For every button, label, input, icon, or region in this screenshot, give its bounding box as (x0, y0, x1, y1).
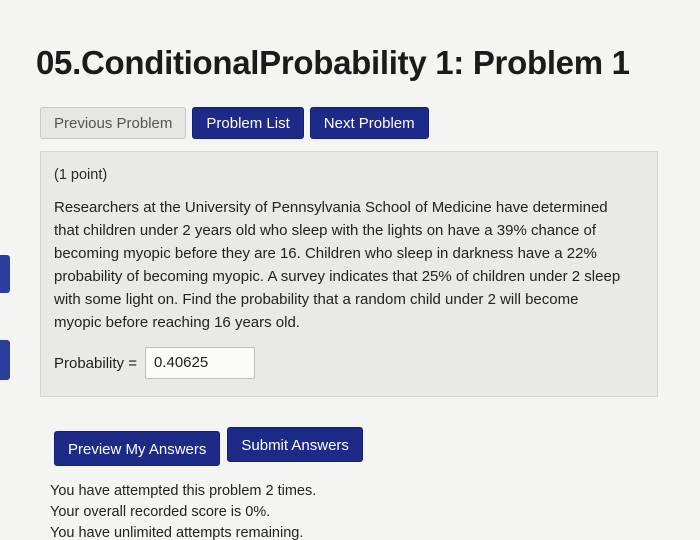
answer-row: Probability = 0.40625 (54, 347, 255, 379)
answer-actions: Preview My Answers Submit Answers (54, 427, 363, 466)
problem-navigation: Previous Problem Problem List Next Probl… (40, 107, 429, 139)
next-problem-button[interactable]: Next Problem (309, 107, 429, 139)
problem-statement: Researchers at the University of Pennsyl… (54, 196, 644, 334)
problem-line: Researchers at the University of Pennsyl… (54, 199, 608, 216)
score-text: Your overall recorded score is 0%. (50, 504, 271, 520)
remaining-attempts-text: You have unlimited attempts remaining. (50, 525, 304, 540)
probability-answer-input[interactable]: 0.40625 (144, 347, 255, 379)
problem-line: probability of becoming myopic. A survey… (54, 268, 621, 285)
problem-points: (1 point) (54, 167, 108, 183)
side-tab-marker[interactable] (0, 340, 10, 380)
problem-line: that children under 2 years old who slee… (54, 222, 597, 239)
problem-panel: (1 point) Researchers at the University … (40, 151, 658, 397)
problem-line: myopic before reaching 16 years old. (54, 314, 300, 331)
problem-list-button[interactable]: Problem List (192, 107, 304, 139)
preview-answers-button[interactable]: Preview My Answers (54, 431, 221, 466)
attempts-text: You have attempted this problem 2 times. (50, 483, 317, 499)
webwork-problem-page: 05.ConditionalProbability 1: Problem 1 P… (0, 0, 700, 540)
answer-label: Probability = (54, 354, 137, 372)
problem-line: becoming myopic before they are 16. Chil… (54, 245, 597, 262)
previous-problem-button[interactable]: Previous Problem (40, 107, 187, 139)
page-title: 05.ConditionalProbability 1: Problem 1 (36, 44, 630, 81)
problem-line: with some light on. Find the probability… (54, 291, 579, 308)
attempt-status: You have attempted this problem 2 times.… (50, 481, 316, 540)
submit-answers-button[interactable]: Submit Answers (227, 427, 363, 462)
side-tab-marker[interactable] (0, 255, 10, 293)
